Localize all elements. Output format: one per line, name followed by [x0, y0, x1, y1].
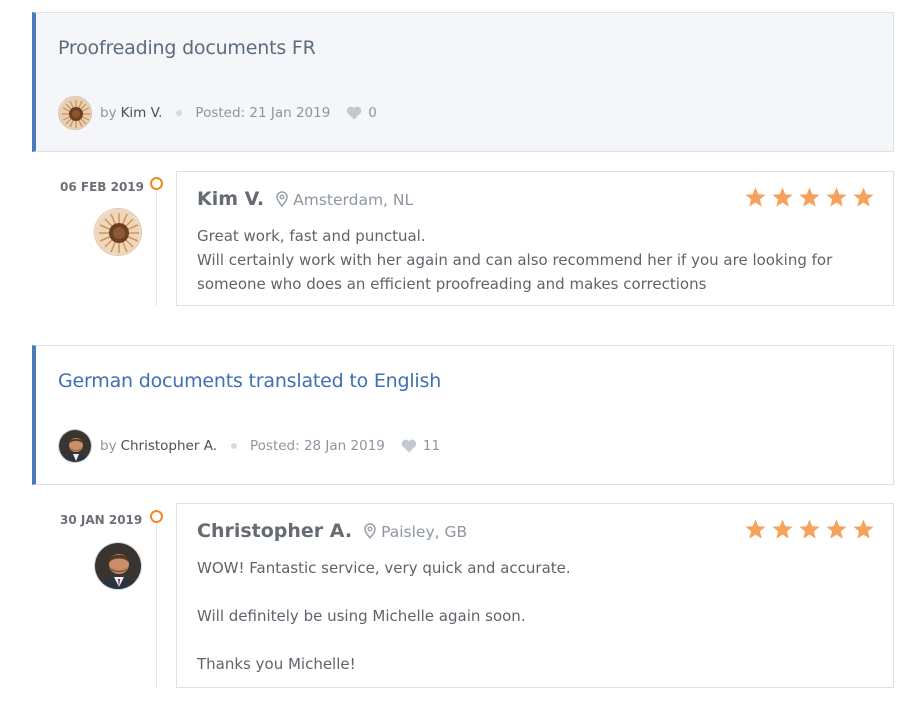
star-icon	[852, 518, 875, 541]
review-date: 30 JAN 2019	[60, 513, 143, 527]
avatar[interactable]	[94, 208, 142, 256]
posted-date: Posted: 21 Jan 2019	[195, 105, 331, 121]
star-icon	[852, 186, 875, 209]
author-link[interactable]: Kim V.	[121, 105, 163, 121]
location-pin-icon	[364, 523, 376, 539]
by-label: by	[100, 438, 117, 454]
author-link[interactable]: Christopher A.	[121, 438, 217, 454]
review-line: Great work, fast and punctual.	[197, 227, 426, 245]
review-card: Kim V. Amsterdam, NL Great work, fast an…	[176, 171, 894, 306]
job-title-link[interactable]: German documents translated to English	[58, 370, 441, 392]
avatar[interactable]	[94, 542, 142, 590]
timeline-line	[156, 191, 157, 306]
reviewer-row: Kim V. Amsterdam, NL	[197, 188, 413, 210]
star-icon	[798, 186, 821, 209]
posted-date: Posted: 28 Jan 2019	[250, 438, 385, 454]
job-meta: by Kim V. Posted: 21 Jan 2019 0	[58, 95, 377, 131]
star-icon	[825, 186, 848, 209]
job-title-link[interactable]: Proofreading documents FR	[58, 37, 316, 59]
star-icon	[771, 186, 794, 209]
star-rating	[744, 518, 875, 541]
review-line: WOW! Fantastic service, very quick and a…	[197, 559, 571, 577]
avatar[interactable]	[58, 429, 92, 463]
star-icon	[798, 518, 821, 541]
star-icon	[825, 518, 848, 541]
reviewer-location: Paisley, GB	[381, 523, 468, 541]
star-icon	[771, 518, 794, 541]
avatar[interactable]	[58, 96, 92, 130]
separator-dot	[231, 443, 237, 449]
reviewer-location: Amsterdam, NL	[293, 191, 414, 209]
review-line: someone who does an efficient proofreadi…	[197, 275, 707, 293]
reviewer-name: Kim V.	[197, 188, 265, 210]
reviewer-name: Christopher A.	[197, 520, 353, 542]
job-card: Proofreading documents FR by Kim V. Post…	[32, 12, 894, 152]
star-rating	[744, 186, 875, 209]
star-icon	[744, 186, 767, 209]
reviewer-row: Christopher A. Paisley, GB	[197, 520, 467, 542]
heart-icon[interactable]	[346, 106, 362, 120]
location-pin-icon	[276, 191, 288, 207]
timeline-marker	[150, 510, 163, 523]
review-date: 06 FEB 2019	[60, 180, 144, 194]
timeline-marker	[150, 177, 163, 190]
review-line: Will definitely be using Michelle again …	[197, 607, 526, 625]
by-label: by	[100, 105, 117, 121]
heart-icon[interactable]	[401, 439, 417, 453]
timeline-line	[156, 524, 157, 688]
review-text: Great work, fast and punctual. Will cert…	[197, 224, 873, 296]
star-icon	[744, 518, 767, 541]
review-line: Will certainly work with her again and c…	[197, 251, 833, 269]
job-card: German documents translated to English b…	[32, 345, 894, 485]
review-line: Thanks you Michelle!	[197, 655, 356, 673]
job-meta: by Christopher A. Posted: 28 Jan 2019 11	[58, 428, 440, 464]
review-card: Christopher A. Paisley, GB WOW! Fantasti…	[176, 503, 894, 688]
separator-dot	[176, 110, 183, 116]
review-text: WOW! Fantastic service, very quick and a…	[197, 556, 873, 676]
like-count: 0	[368, 105, 377, 121]
like-count: 11	[422, 438, 441, 454]
